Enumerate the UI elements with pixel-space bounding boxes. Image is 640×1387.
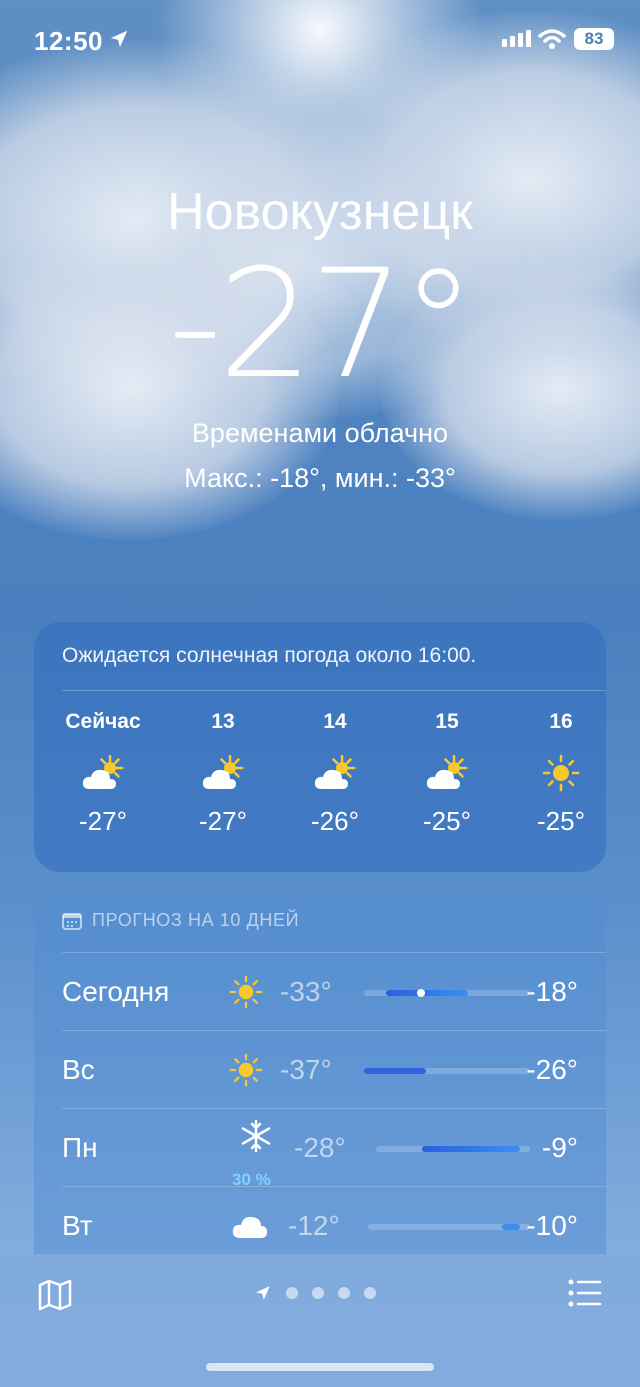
hour-item: 16 -25° xyxy=(506,710,616,837)
current-temperature: -27° xyxy=(168,238,476,412)
forecast-high: -10° xyxy=(526,1210,578,1241)
wifi-icon xyxy=(538,29,566,49)
page-dot[interactable] xyxy=(312,1287,324,1299)
page-dot[interactable] xyxy=(286,1287,298,1299)
ten-day-forecast-card[interactable]: ПРОГНОЗ НА 10 ДНЕЙ Сегодня -33° -18° Вс … xyxy=(34,892,606,1292)
forecast-header-label: ПРОГНОЗ НА 10 ДНЕЙ xyxy=(92,910,300,930)
hour-temperature: -25° xyxy=(423,806,471,836)
forecast-row: Вс -37° -26° xyxy=(62,1030,606,1108)
forecast-row: Вт -12° -10° xyxy=(62,1186,606,1264)
home-indicator[interactable] xyxy=(206,1363,434,1371)
hour-item: 13 -27° xyxy=(168,710,278,837)
partly-sunny-icon xyxy=(314,754,356,789)
forecast-row: Пн 30 % -28° -9° xyxy=(62,1108,606,1189)
partly-sunny-icon xyxy=(202,754,244,789)
hourly-summary: Ожидается солнечная погода около 16:00. xyxy=(62,644,477,667)
sun-icon xyxy=(229,1053,263,1087)
current-temp-dot xyxy=(417,989,425,997)
status-time: 12:50 xyxy=(34,26,103,56)
partly-sunny-icon xyxy=(82,754,124,789)
location-arrow-icon xyxy=(256,1286,270,1300)
hour-temperature: -25° xyxy=(537,806,585,836)
forecast-high: -26° xyxy=(526,1054,578,1085)
battery-level: 83 xyxy=(574,28,614,50)
forecast-day: Вс xyxy=(62,1054,95,1085)
sun-icon xyxy=(229,975,263,1009)
forecast-low: -33° xyxy=(280,976,332,1007)
hour-label: 16 xyxy=(549,710,573,733)
forecast-low: -37° xyxy=(280,1054,332,1085)
forecast-high: -9° xyxy=(541,1132,578,1163)
hour-temperature: -26° xyxy=(311,806,359,836)
partly-sunny-icon xyxy=(426,754,468,789)
forecast-day: Вт xyxy=(62,1210,93,1241)
hour-item: 15 -25° xyxy=(392,710,502,837)
hour-temperature: -27° xyxy=(199,806,247,836)
forecast-row-today: Сегодня -33° -18° xyxy=(62,952,606,1030)
temperature-range-bar xyxy=(376,1146,530,1152)
city-name: Новокузнецк xyxy=(167,183,473,241)
list-icon[interactable] xyxy=(568,1278,602,1308)
hour-label: Сейчас xyxy=(65,710,141,733)
calendar-icon xyxy=(62,912,82,930)
forecast-low: -28° xyxy=(294,1132,346,1163)
sun-icon xyxy=(542,754,580,792)
hour-label: 14 xyxy=(323,710,347,733)
hour-label: 15 xyxy=(435,710,459,733)
temperature-range-bar xyxy=(364,1068,530,1074)
cellular-signal-icon xyxy=(502,30,531,47)
page-indicator[interactable] xyxy=(254,1284,376,1302)
forecast-day: Пн xyxy=(62,1132,98,1163)
hour-label: 13 xyxy=(211,710,235,733)
forecast-header: ПРОГНОЗ НА 10 ДНЕЙ xyxy=(62,910,299,931)
hour-temperature: -27° xyxy=(79,806,127,836)
forecast-low: -12° xyxy=(288,1210,340,1241)
temperature-range-bar xyxy=(364,989,530,997)
temperature-range-bar xyxy=(368,1224,530,1230)
cloud-icon xyxy=(232,1216,267,1238)
divider xyxy=(62,690,606,691)
weather-condition: Временами облачно xyxy=(191,418,449,448)
hour-item: 14 -26° xyxy=(280,710,390,837)
high-low-temperature: Макс.: -18°, мин.: -33° xyxy=(184,463,456,493)
forecast-day: Сегодня xyxy=(62,976,170,1007)
page-dot[interactable] xyxy=(338,1287,350,1299)
location-arrow-icon xyxy=(110,30,128,48)
page-dot[interactable] xyxy=(364,1287,376,1299)
snowflake-icon xyxy=(241,1119,271,1153)
hour-item: Сейчас -27° xyxy=(48,710,158,837)
map-icon[interactable] xyxy=(38,1278,72,1312)
forecast-high: -18° xyxy=(526,976,578,1007)
status-bar: 12:50 83 xyxy=(0,22,640,62)
hourly-forecast-card[interactable]: Ожидается солнечная погода около 16:00. … xyxy=(34,622,606,872)
